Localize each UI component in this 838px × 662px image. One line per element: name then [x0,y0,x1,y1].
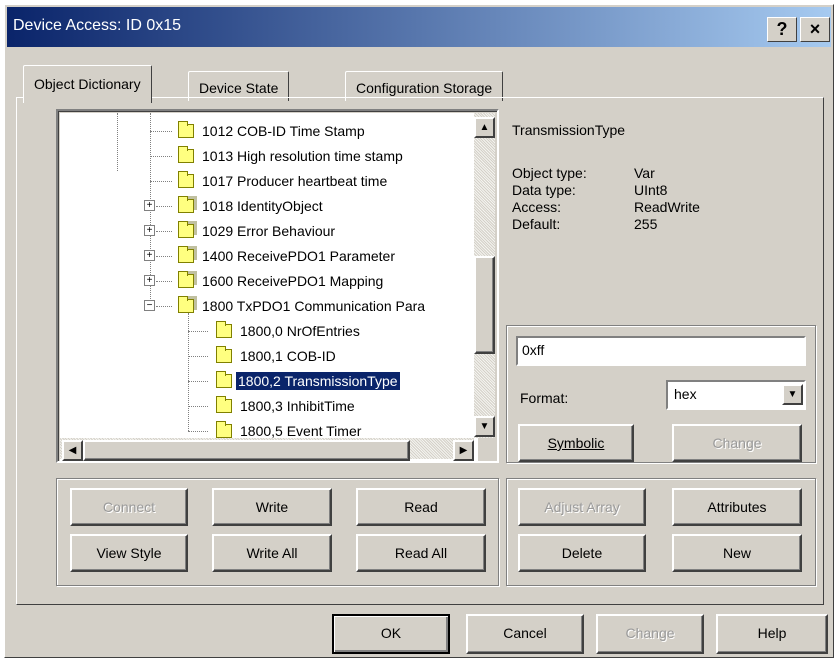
tree-line [150,156,172,157]
tree-item[interactable]: 1800,3 InhibitTime [188,394,355,418]
object-name: TransmissionType [512,122,626,138]
tab-object-dictionary[interactable]: Object Dictionary [23,65,152,103]
expand-icon[interactable]: + [144,250,155,261]
tree-item-label: 1600 ReceivePDO1 Mapping [202,273,384,289]
object-type-value: Var [634,165,655,181]
scroll-right-icon[interactable]: ▶ [453,440,474,461]
tree-item-label: 1800,5 Event Timer [240,423,362,439]
read-button[interactable]: Read [356,488,486,526]
object-type-label: Object type: [512,165,587,181]
ok-button[interactable]: OK [332,614,450,654]
tree-line [188,406,208,407]
new-button[interactable]: New [672,534,802,572]
tree-line [188,331,208,332]
view-style-button[interactable]: View Style [70,534,188,572]
change-button[interactable]: Change [596,614,704,654]
tree-item[interactable]: + 1400 ReceivePDO1 Parameter [144,244,395,268]
tree-item-label: 1800,2 TransmissionType [235,371,401,391]
symbolic-button-label: Symbolic [547,435,605,451]
data-type-label: Data type: [512,182,576,198]
folder-icon [178,146,194,163]
expand-icon[interactable]: + [144,275,155,286]
tree-item[interactable]: 1017 Producer heartbeat time [150,169,387,193]
tree-item-label: 1029 Error Behaviour [202,223,336,239]
tree-line [156,206,172,207]
folder-icon [178,221,194,238]
default-value: 255 [634,216,658,232]
tree-line [188,381,208,382]
attributes-button[interactable]: Attributes [672,488,802,526]
data-type-value: UInt8 [634,182,668,198]
tree-item[interactable]: + 1029 Error Behaviour [144,219,336,243]
default-label: Default: [512,216,561,232]
window-title: Device Access: ID 0x15 [13,17,182,34]
horizontal-scroll-thumb[interactable] [83,440,410,461]
folder-icon [178,271,194,288]
expand-icon[interactable]: + [144,225,155,236]
tree-line [156,306,172,307]
tree-item-label: 1800 TxPDO1 Communication Para [202,298,426,314]
tree-scroll-thumb[interactable] [474,256,495,354]
scroll-up-icon[interactable]: ▲ [474,117,495,138]
write-button[interactable]: Write [212,488,332,526]
tree-line [156,231,172,232]
value-input[interactable]: 0xff [516,336,806,366]
folder-icon [216,396,232,413]
tree-line [156,281,172,282]
tree-item-label: 1017 Producer heartbeat time [202,173,388,189]
tree-item[interactable]: 1012 COB-ID Time Stamp [150,119,365,143]
title-bar: Device Access: ID 0x15 ? × [7,7,831,47]
tree-item-selected[interactable]: 1800,2 TransmissionType [188,369,401,393]
adjust-array-button[interactable]: Adjust Array [518,488,646,526]
folder-icon [178,121,194,138]
cancel-button[interactable]: Cancel [466,614,584,654]
chevron-down-icon[interactable]: ▼ [782,384,803,405]
tree-item[interactable]: − 1800 TxPDO1 Communication Para [144,294,426,318]
folder-icon [178,246,194,263]
scroll-down-icon[interactable]: ▼ [474,416,495,437]
expand-icon[interactable]: + [144,200,155,211]
format-selected-value: hex [674,386,697,402]
tree-item-label: 1018 IdentityObject [202,198,323,214]
tree-item[interactable]: 1013 High resolution time stamp [150,144,403,168]
help-button[interactable]: Help [716,614,828,654]
write-all-button[interactable]: Write All [212,534,332,572]
tree-line [150,181,172,182]
folder-icon [178,171,194,188]
close-title-button[interactable]: × [800,17,830,42]
folder-open-icon [178,296,194,313]
folder-icon [216,346,232,363]
tree-item[interactable]: + 1600 ReceivePDO1 Mapping [144,269,384,293]
tree-line [150,131,172,132]
scroll-left-icon[interactable]: ◀ [62,440,83,461]
tree-line [188,356,208,357]
tree-item-label: 1800,3 InhibitTime [240,398,355,414]
folder-icon [216,371,232,388]
object-tree[interactable]: 1012 COB-ID Time Stamp 1013 High resolut… [60,113,478,463]
access-label: Access: [512,199,562,215]
tree-line [117,113,118,171]
tree-item[interactable]: 1800,1 COB-ID [188,344,336,368]
folder-icon [178,196,194,213]
tree-item-label: 1800,1 COB-ID [240,348,336,364]
help-title-button[interactable]: ? [767,17,797,42]
folder-icon [216,421,232,438]
tree-item-label: 1400 ReceivePDO1 Parameter [202,248,395,264]
tree-line [188,431,208,432]
tree-item-label: 1800,0 NrOfEntries [240,323,360,339]
change-value-button[interactable]: Change [672,424,802,462]
format-label: Format: [520,390,569,406]
tree-item[interactable]: + 1018 IdentityObject [144,194,323,218]
symbolic-button[interactable]: Symbolic [518,424,634,462]
tree-line [156,256,172,257]
connect-button[interactable]: Connect [70,488,188,526]
folder-icon [216,321,232,338]
tree-item-label: 1012 COB-ID Time Stamp [202,123,365,139]
delete-button[interactable]: Delete [518,534,646,572]
tree-item-label: 1013 High resolution time stamp [202,148,403,164]
access-value: ReadWrite [634,199,700,215]
read-all-button[interactable]: Read All [356,534,486,572]
tree-item[interactable]: 1800,0 NrOfEntries [188,319,360,343]
collapse-icon[interactable]: − [144,300,155,311]
